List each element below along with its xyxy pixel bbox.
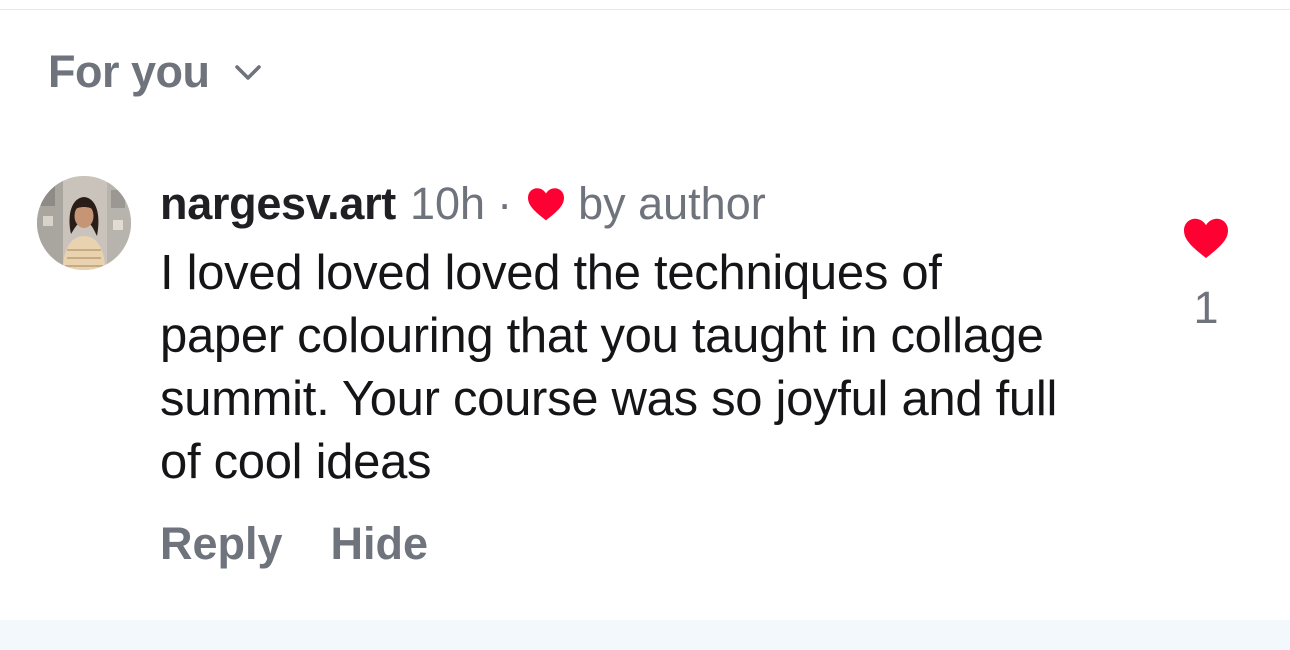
liked-by-author-label: by author xyxy=(578,178,766,229)
author-heart-icon xyxy=(526,186,566,222)
chevron-down-icon xyxy=(232,56,264,88)
username[interactable]: nargesv.art xyxy=(160,178,396,230)
bottom-band xyxy=(0,620,1290,650)
reply-button[interactable]: Reply xyxy=(160,518,283,570)
timestamp: 10h xyxy=(409,178,486,229)
like-area: 1 xyxy=(1160,216,1252,334)
sort-dropdown[interactable]: For you xyxy=(48,44,264,100)
avatar[interactable] xyxy=(37,176,131,270)
like-heart-icon[interactable] xyxy=(1182,216,1230,260)
like-count: 1 xyxy=(1193,282,1219,333)
top-divider xyxy=(0,9,1290,10)
sort-label: For you xyxy=(48,46,210,97)
comments-screen: For you nargesv.art 10h · by author I lo… xyxy=(0,0,1290,650)
separator-dot: · xyxy=(497,178,513,229)
comment-text: I loved loved loved the techniques of pa… xyxy=(160,246,1058,489)
hide-button[interactable]: Hide xyxy=(331,518,429,570)
comment-header: nargesv.art 10h · by author xyxy=(160,176,766,232)
comment-item: nargesv.art 10h · by author I loved love… xyxy=(0,170,1290,610)
comment-actions: Reply Hide xyxy=(160,518,428,570)
